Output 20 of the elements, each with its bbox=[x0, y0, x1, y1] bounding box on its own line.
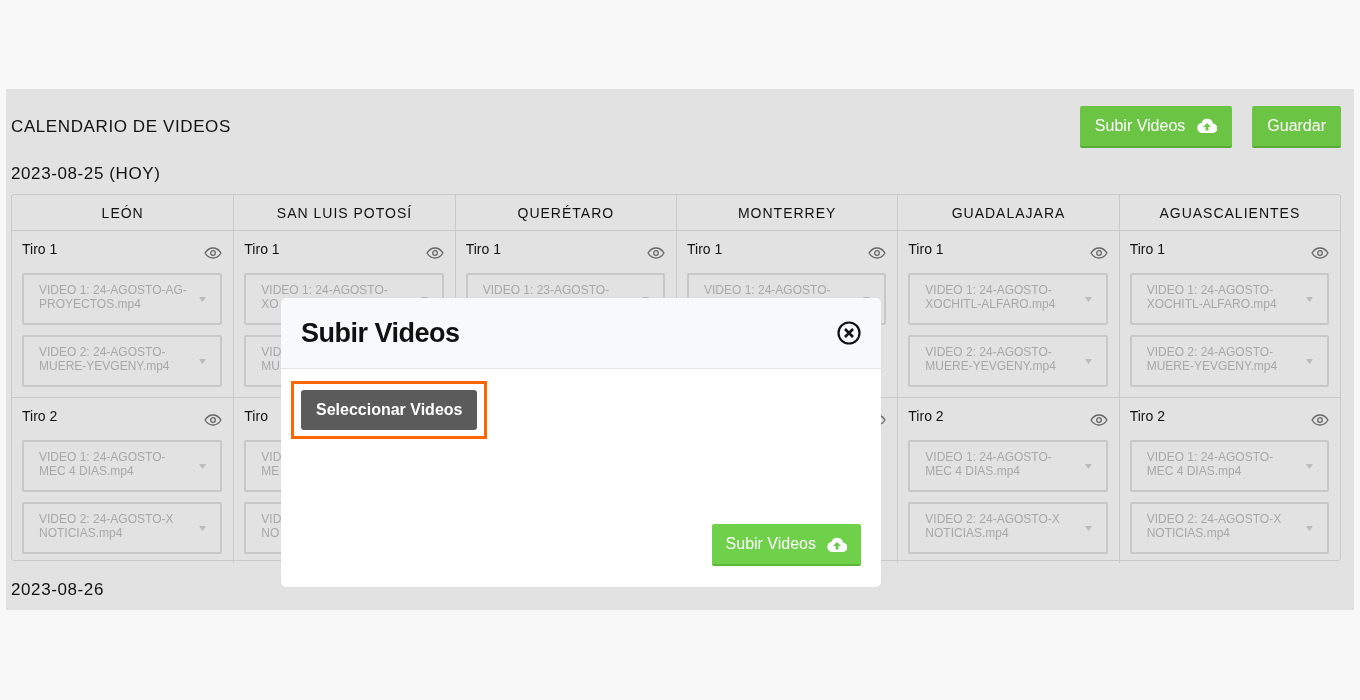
city-header: LEÓN bbox=[12, 195, 234, 231]
tiro-label: Tiro 2 bbox=[1129, 408, 1165, 424]
date-heading: 2023-08-26 bbox=[11, 580, 104, 600]
tiro-label: Tiro 1 bbox=[465, 241, 501, 257]
modal-title: Subir Videos bbox=[301, 317, 460, 349]
city-header: AGUASCALIENTES bbox=[1119, 195, 1340, 231]
tiro-label: Tiro 1 bbox=[687, 241, 723, 257]
city-header: SAN LUIS POTOSÍ bbox=[234, 195, 455, 231]
city-header: QUERÉTARO bbox=[455, 195, 676, 231]
tiro-label: Tiro 1 bbox=[22, 241, 58, 257]
tiro-label: Tiro 1 bbox=[244, 241, 280, 257]
date-heading: 2023-08-25 (HOY) bbox=[11, 164, 161, 184]
city-header: MONTERREY bbox=[677, 195, 898, 231]
tiro-label: Tiro 2 bbox=[908, 408, 944, 424]
tiro-label: Tiro 2 bbox=[22, 408, 58, 424]
tiro-label: Tiro 1 bbox=[1129, 241, 1165, 257]
tiro-label: Tiro 1 bbox=[908, 241, 944, 257]
page-title: CALENDARIO DE VIDEOS bbox=[11, 116, 231, 137]
city-header: GUADALAJARA bbox=[898, 195, 1119, 231]
tiro-label: Tiro bbox=[244, 408, 268, 424]
